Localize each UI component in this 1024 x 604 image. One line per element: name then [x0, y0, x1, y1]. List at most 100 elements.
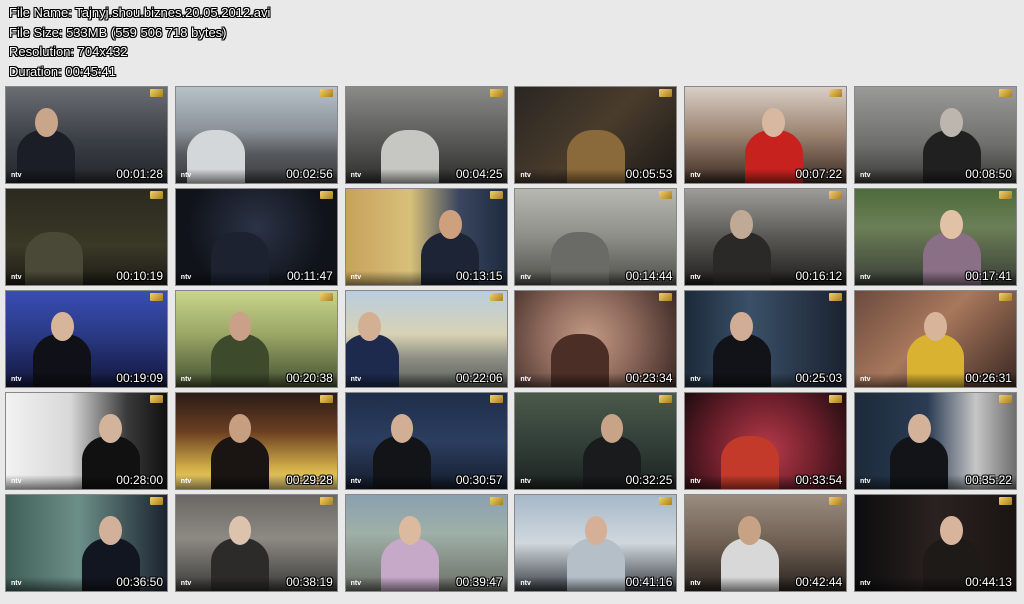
- channel-badge-icon: [829, 497, 843, 505]
- video-thumbnail: ntv 00:22:06: [344, 290, 508, 388]
- channel-logo: ntv: [350, 274, 362, 281]
- scene-face: [940, 516, 963, 545]
- channel-logo: ntv: [859, 580, 871, 587]
- thumbnail-timecode: 00:38:19: [286, 575, 333, 589]
- thumbnail-timecode: 00:23:34: [625, 371, 673, 385]
- scene-face: [908, 414, 931, 443]
- channel-logo: ntv: [520, 172, 531, 179]
- channel-badge-icon: [659, 293, 673, 301]
- thumbnail-timecode: 00:13:15: [455, 269, 503, 283]
- duration-line: Duration: 00:45:41: [9, 63, 116, 79]
- channel-badge-icon: [150, 89, 163, 97]
- channel-badge-icon: [150, 395, 163, 403]
- scene-figure: [720, 538, 779, 591]
- channel-badge-icon: [998, 497, 1012, 505]
- scene-figure: [25, 232, 84, 285]
- channel-badge-icon: [829, 395, 843, 403]
- resolution-line: Resolution: 704x432: [9, 44, 128, 59]
- thumbnail-timecode: 00:42:44: [795, 575, 843, 589]
- scene-figure: [566, 130, 625, 183]
- scene-figure: [211, 232, 270, 285]
- video-thumbnail: ntv 00:19:09: [5, 290, 168, 388]
- channel-logo: ntv: [690, 172, 701, 179]
- scene-figure: [381, 538, 439, 591]
- channel-logo: ntv: [520, 580, 531, 587]
- scene-face: [738, 516, 761, 545]
- scene-face: [99, 516, 122, 545]
- channel-badge-icon: [489, 89, 503, 97]
- scene-face: [51, 312, 74, 341]
- channel-badge-icon: [659, 395, 673, 403]
- thumbnail-timecode: 00:41:16: [625, 575, 673, 589]
- video-thumbnail: ntv 00:44:13: [853, 494, 1017, 592]
- channel-badge-icon: [659, 191, 673, 199]
- thumbnail-timecode: 00:36:50: [116, 575, 163, 589]
- scene-figure: [211, 436, 270, 489]
- channel-badge-icon: [319, 191, 333, 199]
- scene-face: [730, 210, 753, 239]
- scene-face: [99, 414, 122, 443]
- thumbnail-timecode: 00:08:50: [965, 167, 1012, 181]
- channel-badge-icon: [319, 293, 333, 301]
- channel-logo: ntv: [859, 274, 871, 281]
- scene-face: [940, 210, 963, 239]
- video-thumbnail: ntv 00:14:44: [514, 188, 678, 286]
- thumbnail-timecode: 00:26:31: [965, 371, 1012, 385]
- thumbnail-timecode: 00:33:54: [795, 473, 843, 487]
- channel-badge-icon: [659, 497, 673, 505]
- channel-badge-icon: [829, 89, 843, 97]
- channel-badge-icon: [829, 293, 843, 301]
- video-thumbnail: ntv 00:26:31: [853, 290, 1017, 388]
- channel-badge-icon: [150, 293, 163, 301]
- channel-logo: ntv: [859, 478, 871, 485]
- channel-logo: ntv: [690, 376, 701, 383]
- channel-logo: ntv: [180, 376, 192, 383]
- thumbnail-timecode: 00:25:03: [795, 371, 843, 385]
- thumbnail-timecode: 00:29:28: [286, 473, 333, 487]
- channel-logo: ntv: [180, 478, 192, 485]
- scene-face: [584, 516, 608, 545]
- channel-badge-icon: [489, 395, 503, 403]
- thumbnail-grid: ntv 00:01:28 ntv 00:02:56 ntv 00:04:25 ntv 00:0…: [5, 86, 1017, 592]
- channel-logo: ntv: [11, 580, 22, 587]
- scene-figure: [550, 232, 609, 285]
- video-thumbnail: ntv 00:36:50: [5, 494, 168, 592]
- thumbnail-timecode: 00:16:12: [795, 269, 843, 283]
- thumbnail-timecode: 00:30:57: [455, 473, 503, 487]
- video-thumbnail: ntv 00:32:25: [514, 392, 678, 490]
- channel-logo: ntv: [11, 478, 22, 485]
- channel-logo: ntv: [520, 274, 531, 281]
- thumbnail-timecode: 00:20:38: [286, 371, 333, 385]
- scene-figure: [211, 334, 270, 387]
- video-thumbnail: ntv 00:07:22: [684, 86, 848, 184]
- channel-logo: ntv: [520, 478, 531, 485]
- thumbnail-timecode: 00:04:25: [455, 167, 503, 181]
- channel-logo: ntv: [520, 376, 531, 383]
- video-thumbnail: ntv 00:01:28: [5, 86, 168, 184]
- channel-logo: ntv: [350, 580, 362, 587]
- thumbnail-timecode: 00:39:47: [455, 575, 503, 589]
- video-thumbnail: ntv 00:42:44: [684, 494, 848, 592]
- channel-logo: ntv: [180, 274, 192, 281]
- channel-logo: ntv: [690, 274, 701, 281]
- video-thumbnail: ntv 00:20:38: [174, 290, 338, 388]
- channel-badge-icon: [150, 191, 163, 199]
- video-thumbnail: ntv 00:04:25: [344, 86, 508, 184]
- channel-badge-icon: [319, 89, 333, 97]
- thumbnail-timecode: 00:02:56: [286, 167, 333, 181]
- channel-badge-icon: [998, 293, 1012, 301]
- scene-face: [762, 108, 785, 137]
- video-thumbnail: ntv 00:38:19: [174, 494, 338, 592]
- channel-logo: ntv: [11, 274, 22, 281]
- scene-figure: [566, 538, 625, 591]
- scene-face: [358, 312, 381, 341]
- channel-badge-icon: [319, 497, 333, 505]
- video-thumbnail: ntv 00:05:53: [514, 86, 678, 184]
- scene-figure: [890, 436, 949, 489]
- scene-figure: [712, 334, 771, 387]
- thumbnail-timecode: 00:44:13: [965, 575, 1012, 589]
- video-thumbnail: ntv 00:02:56: [174, 86, 338, 184]
- thumbnail-timecode: 00:35:22: [965, 473, 1012, 487]
- video-thumbnail: ntv 00:16:12: [684, 188, 848, 286]
- thumbnail-timecode: 00:22:06: [455, 371, 503, 385]
